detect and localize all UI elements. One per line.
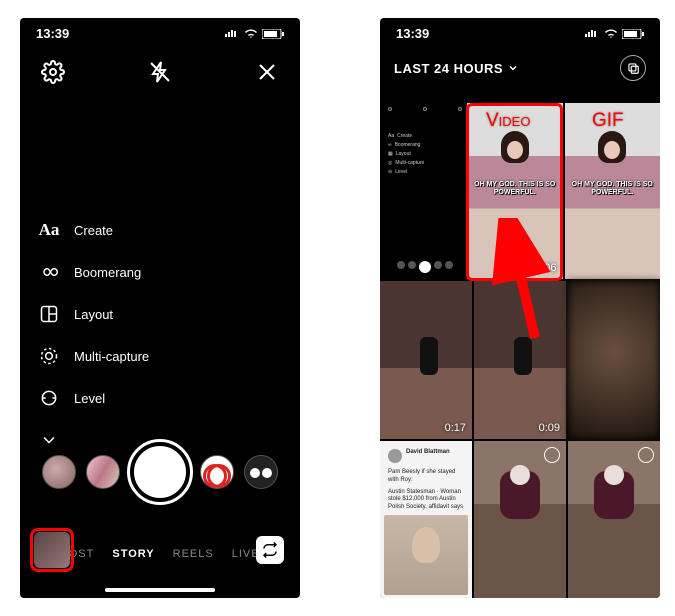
selection-badge: [638, 447, 654, 463]
shutter-button[interactable]: [130, 442, 190, 502]
menu-create[interactable]: Aa Create: [38, 209, 300, 251]
menu-layout[interactable]: Layout: [38, 293, 300, 335]
menu-label: Level: [74, 391, 105, 406]
menu-label: Create: [74, 223, 113, 238]
status-icons: [584, 29, 644, 39]
filter-3[interactable]: [200, 455, 234, 489]
flash-button[interactable]: [147, 59, 173, 85]
camera-screen: 13:39 Aa Create Boomerang Layout: [20, 18, 300, 598]
media-duration: 0:17: [445, 422, 466, 434]
media-tile[interactable]: [568, 281, 660, 439]
close-icon: [255, 60, 279, 84]
media-caption: OH MY GOD. THIS IS SO POWERFUL.: [471, 181, 559, 196]
multi-select-icon: [626, 61, 640, 75]
chevron-down-icon: [507, 62, 519, 74]
menu-label: Boomerang: [74, 265, 141, 280]
status-bar: 13:39: [380, 18, 660, 45]
mini-camera-preview[interactable]: AaCreate ∞Boomerang ▦Layout ◎Multi-captu…: [384, 103, 466, 279]
media-grid: 0:17 0:09 David Blattman Pam Beesly if s…: [380, 281, 660, 598]
album-label: LAST 24 HOURS: [394, 61, 503, 76]
close-button[interactable]: [254, 59, 280, 85]
settings-button[interactable]: [40, 59, 66, 85]
status-bar: 13:39: [20, 18, 300, 45]
multicapture-icon: [38, 345, 60, 367]
menu-label: Layout: [74, 307, 113, 322]
picker-header: LAST 24 HOURS: [380, 45, 660, 87]
media-tile[interactable]: David Blattman Pam Beesly if she stayed …: [380, 441, 472, 598]
home-indicator: [105, 588, 215, 592]
text-icon: Aa: [38, 219, 60, 241]
media-duration: 0:09: [539, 422, 560, 434]
media-tile[interactable]: [568, 441, 660, 598]
filter-strip: [20, 442, 300, 502]
media-tile[interactable]: 0:09: [474, 281, 566, 439]
filter-2[interactable]: [86, 455, 120, 489]
mode-reels[interactable]: REELS: [173, 548, 214, 560]
infinity-icon: [38, 261, 60, 283]
media-tile[interactable]: 0:17: [380, 281, 472, 439]
selection-badge: [544, 447, 560, 463]
switch-camera-icon: [261, 541, 279, 559]
media-tile[interactable]: [474, 441, 566, 598]
menu-boomerang[interactable]: Boomerang: [38, 251, 300, 293]
menu-multicapture[interactable]: Multi-capture: [38, 335, 300, 377]
level-icon: [38, 387, 60, 409]
switch-camera-button[interactable]: [256, 536, 284, 564]
tweet-author: David Blattman: [406, 449, 450, 455]
media-tile-gif[interactable]: OH MY GOD. THIS IS SO POWERFUL.: [565, 103, 661, 279]
create-menu: Aa Create Boomerang Layout Multi-capture…: [20, 209, 300, 461]
status-icons: [224, 29, 284, 39]
gallery-button[interactable]: [34, 532, 70, 568]
album-selector[interactable]: LAST 24 HOURS: [394, 61, 519, 76]
clock: 13:39: [396, 26, 429, 41]
clock: 13:39: [36, 26, 69, 41]
layout-icon: [38, 303, 60, 325]
camera-top-controls: [20, 45, 300, 99]
menu-level[interactable]: Level: [38, 377, 300, 419]
gear-icon: [41, 60, 65, 84]
filter-1[interactable]: [42, 455, 76, 489]
media-caption: OH MY GOD. THIS IS SO POWERFUL.: [569, 181, 657, 196]
tweet-text: Pam Beesly if she stayed with Roy: Austi…: [388, 469, 464, 512]
gallery-picker-screen: 13:39 LAST 24 HOURS AaCreate ∞Boomerang …: [380, 18, 660, 598]
media-duration: 0:06: [535, 262, 556, 274]
media-tile-video[interactable]: OH MY GOD. THIS IS SO POWERFUL. 0:06: [467, 103, 563, 279]
flash-off-icon: [148, 60, 172, 84]
filter-4[interactable]: [244, 455, 278, 489]
mode-story[interactable]: STORY: [112, 548, 154, 560]
multi-select-button[interactable]: [620, 55, 646, 81]
menu-label: Multi-capture: [74, 349, 149, 364]
